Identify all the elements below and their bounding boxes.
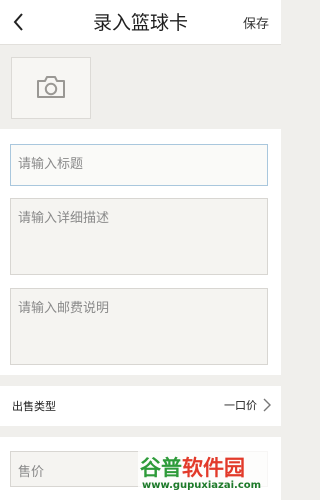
price-placeholder: 售价: [18, 465, 45, 480]
watermark-title-part: 谷普: [140, 456, 182, 480]
detail-input[interactable]: 请输入详细描述: [10, 198, 268, 275]
photo-section: [0, 45, 281, 125]
postage-placeholder: 请输入邮费说明: [18, 301, 110, 316]
detail-placeholder: 请输入详细描述: [18, 211, 110, 226]
title-input[interactable]: 请输入标题: [10, 144, 268, 186]
watermark-url: www.gupuxiazai.com: [142, 480, 262, 491]
sale-type-row[interactable]: 出售类型 一口价: [0, 386, 281, 426]
postage-input[interactable]: 请输入邮费说明: [10, 288, 268, 365]
save-button[interactable]: 保存: [243, 13, 269, 32]
title-placeholder: 请输入标题: [18, 157, 84, 172]
chevron-left-icon: [13, 13, 23, 31]
watermark-title-part: 软件园: [182, 456, 245, 480]
sale-type-value: 一口价: [224, 399, 257, 412]
back-button[interactable]: [6, 6, 36, 38]
watermark: 谷普软件园 www.gupuxiazai.com: [138, 450, 281, 500]
navigation-bar: 录入篮球卡 保存: [0, 0, 281, 45]
watermark-title: 谷普软件园: [140, 452, 245, 482]
camera-icon: [37, 76, 65, 98]
chevron-right-icon: [263, 398, 271, 412]
add-photo-button[interactable]: [11, 57, 91, 119]
sale-type-label: 出售类型: [12, 400, 56, 413]
form-section: 请输入标题 请输入详细描述 请输入邮费说明: [0, 129, 281, 375]
page-title: 录入篮球卡: [92, 12, 188, 34]
